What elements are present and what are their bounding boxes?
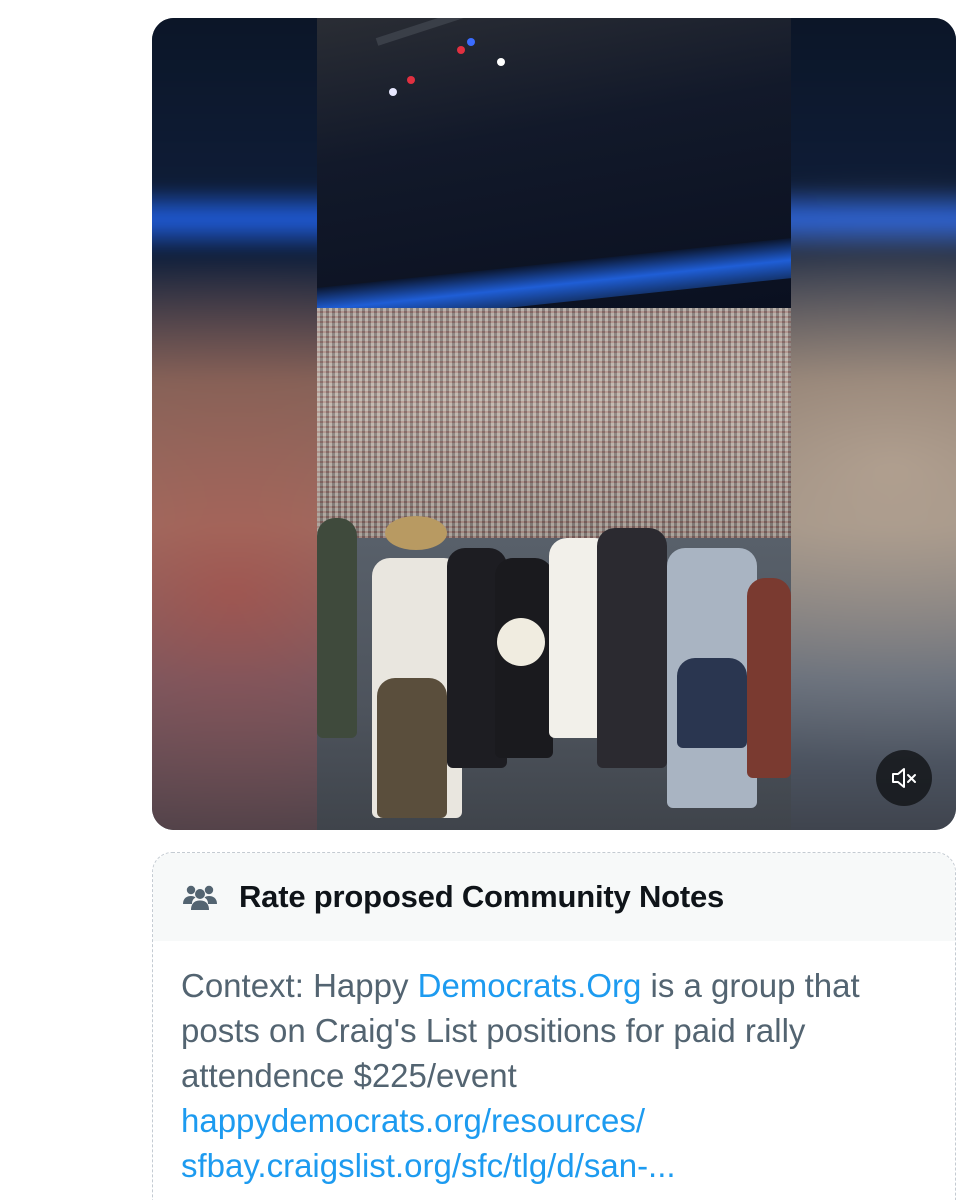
- speaker-muted-icon: [892, 768, 916, 788]
- stage-light: [497, 58, 505, 66]
- community-notes-title: Rate proposed Community Notes: [239, 879, 725, 914]
- stage-light: [467, 38, 475, 46]
- person-figure: [597, 528, 667, 768]
- person-hat: [497, 618, 545, 666]
- person-figure: [317, 518, 357, 738]
- video-player[interactable]: [152, 18, 956, 830]
- community-notes-card[interactable]: Rate proposed Community Notes Context: H…: [152, 852, 956, 1200]
- person-figure: [747, 578, 791, 778]
- video-frame[interactable]: [317, 18, 791, 830]
- unmute-button[interactable]: [876, 750, 932, 806]
- stage-light: [389, 88, 397, 96]
- note-source-link[interactable]: sfbay.craigslist.org/sfc/tlg/d/san-...: [181, 1143, 927, 1188]
- note-inline-link[interactable]: Democrats.Org: [418, 967, 642, 1004]
- stage-light: [407, 76, 415, 84]
- crowd-stands: [317, 308, 791, 538]
- person-figure: [677, 658, 747, 748]
- post-media-page: Rate proposed Community Notes Context: H…: [0, 0, 977, 1200]
- person-figure: [377, 678, 447, 818]
- note-source-link[interactable]: happydemocrats.org/resources/: [181, 1098, 927, 1143]
- people-group-icon: [181, 882, 219, 912]
- community-notes-header[interactable]: Rate proposed Community Notes: [153, 853, 955, 941]
- stage-light: [457, 46, 465, 54]
- community-note-text: Context: Happy Democrats.Org is a group …: [153, 941, 955, 1188]
- note-prefix: Context: Happy: [181, 967, 418, 1004]
- person-hat: [385, 516, 447, 550]
